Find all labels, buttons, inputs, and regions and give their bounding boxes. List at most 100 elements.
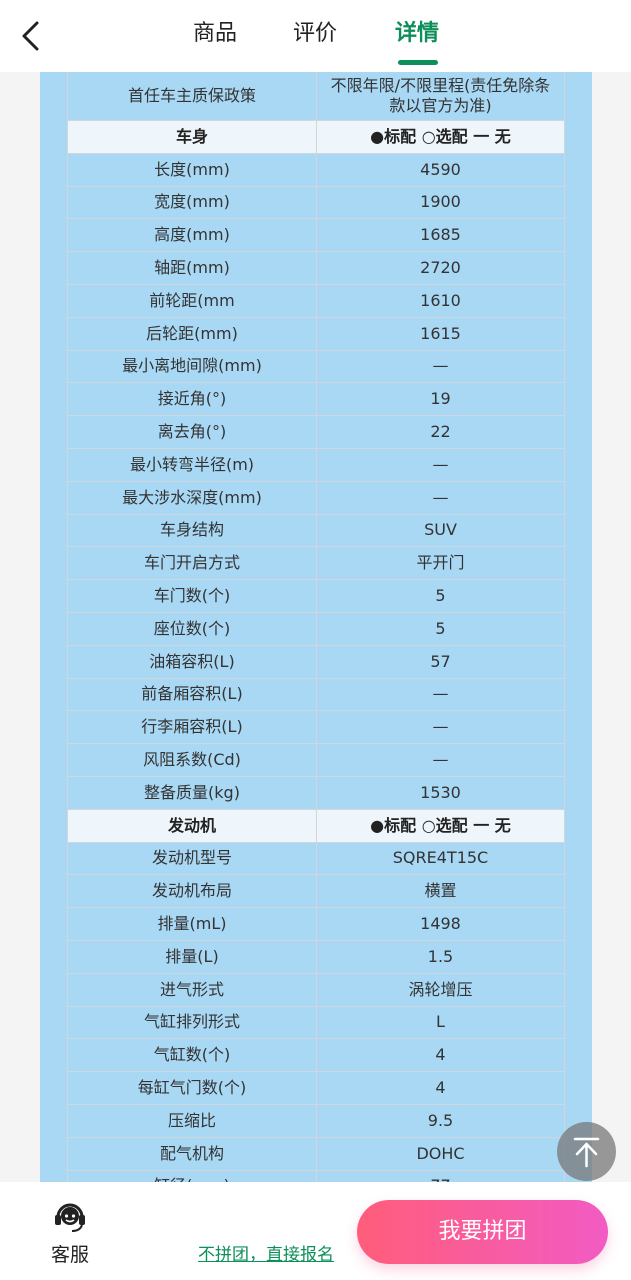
spec-key: 接近角(°) <box>67 382 317 417</box>
section-header-row: 车身 ●标配 ○选配 一 无 <box>67 120 565 154</box>
table-row: 座位数(个) 5 <box>67 611 565 646</box>
spec-key: 气缸排列形式 <box>67 1005 317 1040</box>
table-row: 整备质量(kg) 1530 <box>67 775 565 810</box>
spec-key: 最大涉水深度(mm) <box>67 480 317 515</box>
spec-value: — <box>316 743 565 777</box>
table-row: 排量(L) 1.5 <box>67 939 565 974</box>
table-row: 气缸排列形式 L <box>67 1005 565 1040</box>
spec-value: SQRE4T15C <box>316 841 565 876</box>
section-header-row: 发动机 ●标配 ○选配 一 无 <box>67 808 565 843</box>
section-legend: ●标配 ○选配 一 无 <box>316 120 565 154</box>
spec-value: 19 <box>316 382 565 417</box>
spec-value: 77 <box>316 1169 565 1182</box>
spec-key: 前轮距(mm <box>67 283 317 318</box>
spec-key: 排量(L) <box>67 939 317 974</box>
spec-value: — <box>316 447 565 482</box>
customer-service-label: 客服 <box>50 1244 89 1266</box>
active-tab-indicator <box>398 60 438 65</box>
spec-value: — <box>316 480 565 515</box>
spec-key: 气缸数(个) <box>67 1038 317 1073</box>
tab-product[interactable]: 商品 <box>193 18 237 50</box>
spec-key: 最小转弯半径(m) <box>67 447 317 482</box>
spec-value: 涡轮增压 <box>316 972 565 1007</box>
spec-value: 平开门 <box>316 546 565 581</box>
spec-value: 1498 <box>316 907 565 941</box>
spec-value: 1530 <box>316 775 565 810</box>
spec-value: 1685 <box>316 218 565 253</box>
table-row: 高度(mm) 1685 <box>67 218 565 253</box>
table-row: 车门数(个) 5 <box>67 579 565 613</box>
section-title: 车身 <box>67 120 317 154</box>
spec-key: 离去角(°) <box>67 415 317 449</box>
spec-key: 油箱容积(L) <box>67 644 317 679</box>
back-to-top-button[interactable] <box>557 1122 616 1181</box>
tab-details[interactable]: 详情 <box>395 18 439 50</box>
table-row: 风阻系数(Cd) — <box>67 743 565 777</box>
top-nav-bar: 商品 评价 详情 <box>0 0 631 72</box>
table-row: 配气机构 DOHC <box>67 1136 565 1171</box>
spec-value: 5 <box>316 579 565 613</box>
spec-key: 前备厢容积(L) <box>67 677 317 712</box>
details-content[interactable]: 首任车主质保政策 不限年限/不限里程(责任免除条款以官方为准) 车身 ●标配 ○选… <box>0 72 631 1182</box>
table-row: 轴距(mm) 2720 <box>67 251 565 285</box>
table-row: 行李厢容积(L) — <box>67 710 565 745</box>
spec-value: SUV <box>316 513 565 548</box>
table-row: 离去角(°) 22 <box>67 415 565 449</box>
spec-value: — <box>316 677 565 712</box>
spec-value: 1610 <box>316 283 565 318</box>
bottom-action-bar: 客服 不拼团，直接报名 我要拼团 <box>0 1182 631 1280</box>
spec-value: 不限年限/不限里程(责任免除条款以官方为准) <box>316 72 565 121</box>
spec-value: — <box>316 710 565 745</box>
spec-value: L <box>316 1005 565 1040</box>
spec-key: 风阻系数(Cd) <box>67 743 317 777</box>
table-row: 气缸数(个) 4 <box>67 1038 565 1073</box>
table-row: 发动机布局 横置 <box>67 874 565 909</box>
spec-key: 行李厢容积(L) <box>67 710 317 745</box>
join-group-button[interactable]: 我要拼团 <box>357 1200 608 1264</box>
spec-value: 22 <box>316 415 565 449</box>
table-row: 排量(mL) 1498 <box>67 907 565 941</box>
table-row: 最小转弯半径(m) — <box>67 447 565 482</box>
spec-key: 后轮距(mm) <box>67 316 317 351</box>
spec-value: DOHC <box>316 1136 565 1171</box>
spec-key: 座位数(个) <box>67 611 317 646</box>
customer-service-button[interactable]: 客服 <box>40 1198 100 1268</box>
spec-key: 长度(mm) <box>67 152 317 187</box>
table-row: 每缸气门数(个) 4 <box>67 1071 565 1105</box>
tab-reviews[interactable]: 评价 <box>293 18 337 50</box>
spec-value: 横置 <box>316 874 565 909</box>
table-row: 首任车主质保政策 不限年限/不限里程(责任免除条款以官方为准) <box>67 72 565 121</box>
direct-signup-link[interactable]: 不拼团，直接报名 <box>198 1240 334 1265</box>
table-row: 最小离地间隙(mm) — <box>67 349 565 384</box>
spec-value: 1615 <box>316 316 565 351</box>
spec-value: 4 <box>316 1071 565 1105</box>
table-row: 前备厢容积(L) — <box>67 677 565 712</box>
table-row: 缸径(mm)77 <box>67 1169 565 1182</box>
spec-key: 最小离地间隙(mm) <box>67 349 317 384</box>
spec-key: 宽度(mm) <box>67 185 317 220</box>
table-row: 进气形式 涡轮增压 <box>67 972 565 1007</box>
table-row: 接近角(°) 19 <box>67 382 565 417</box>
spec-key: 轴距(mm) <box>67 251 317 285</box>
spec-key: 高度(mm) <box>67 218 317 253</box>
spec-key: 进气形式 <box>67 972 317 1007</box>
spec-value: 5 <box>316 611 565 646</box>
spec-key: 整备质量(kg) <box>67 775 317 810</box>
table-row: 发动机型号 SQRE4T15C <box>67 841 565 876</box>
spec-value: 4590 <box>316 152 565 187</box>
table-row: 压缩比 9.5 <box>67 1103 565 1138</box>
table-row: 后轮距(mm) 1615 <box>67 316 565 351</box>
spec-key: 车身结构 <box>67 513 317 548</box>
spec-value: 2720 <box>316 251 565 285</box>
table-row: 最大涉水深度(mm) — <box>67 480 565 515</box>
spec-value: 4 <box>316 1038 565 1073</box>
table-row: 车身结构 SUV <box>67 513 565 548</box>
spec-value: 1900 <box>316 185 565 220</box>
page: 商品 评价 详情 首任车主质保政策 不限年限/不限里程(责任免除条款以官方为准)… <box>0 0 631 1280</box>
section-legend: ●标配 ○选配 一 无 <box>316 808 565 843</box>
section-title: 发动机 <box>67 808 317 843</box>
spec-key: 缸径(mm) <box>67 1169 317 1182</box>
spec-key: 首任车主质保政策 <box>67 72 317 121</box>
spec-key: 车门开启方式 <box>67 546 317 581</box>
table-row: 宽度(mm) 1900 <box>67 185 565 220</box>
